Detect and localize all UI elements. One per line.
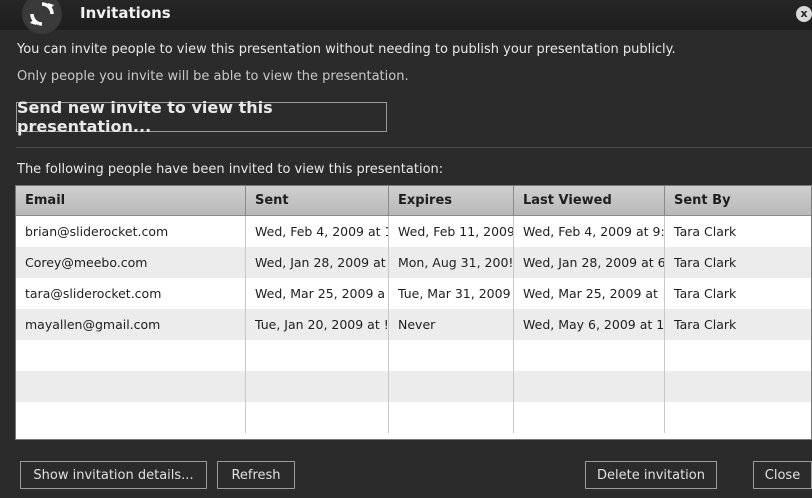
divider [16,147,812,148]
cell-email: tara@sliderocket.com [16,278,246,309]
info-message-2: Only people you invite will be able to v… [17,69,409,84]
table-row[interactable]: Corey@meebo.com Wed, Jan 28, 2009 at Mon… [16,247,811,278]
invitations-table: Email Sent Expires Last Viewed Sent By b… [15,185,812,440]
cell-last-viewed: Wed, Mar 25, 2009 at [514,278,665,309]
table-row[interactable]: brian@sliderocket.com Wed, Feb 4, 2009 a… [16,216,811,247]
send-invite-button[interactable]: Send new invite to view this presentatio… [16,98,387,136]
cell-last-viewed: Wed, Feb 4, 2009 at 9: [514,216,665,247]
table-body: brian@sliderocket.com Wed, Feb 4, 2009 a… [16,216,811,433]
cell-sent: Wed, Mar 25, 2009 a [246,278,389,309]
dialog-title: Invitations [80,4,171,22]
cell-last-viewed: Wed, May 6, 2009 at 1 [514,309,665,340]
table-header: Email Sent Expires Last Viewed Sent By [16,186,811,216]
cell-email: brian@sliderocket.com [16,216,246,247]
cell-sent: Tue, Jan 20, 2009 at ! [246,309,389,340]
column-header-sent[interactable]: Sent [246,186,389,215]
refresh-arrows-icon [22,0,62,34]
close-button[interactable]: Close [753,461,812,489]
empty-table-row [16,402,811,433]
empty-table-row [16,371,811,402]
delete-invitation-button[interactable]: Delete invitation [585,461,717,489]
cell-sent-by: Tara Clark [674,317,737,332]
column-header-email[interactable]: Email [16,186,246,215]
cell-last-viewed: Wed, Jan 28, 2009 at 6 [514,247,665,278]
refresh-button[interactable]: Refresh [217,461,295,489]
cell-expires: Wed, Feb 11, 2009 [389,216,514,247]
cell-email: Corey@meebo.com [16,247,246,278]
cell-sent: Wed, Jan 28, 2009 at [246,247,389,278]
show-invitation-details-button[interactable]: Show invitation details... [20,461,207,489]
cell-email: mayallen@gmail.com [16,309,246,340]
cell-sent-by: Tara Clark [674,224,737,239]
cell-expires: Tue, Mar 31, 2009 [389,278,514,309]
empty-table-row [16,340,811,371]
table-caption: The following people have been invited t… [17,162,444,177]
cell-expires: Never [389,309,514,340]
cell-sent-by: Tara Clark [674,255,737,270]
cell-sent-by: Tara Clark [674,286,737,301]
close-icon[interactable]: x [796,6,812,22]
title-bar: Invitations x [0,0,812,34]
info-message-1: You can invite people to view this prese… [17,42,676,57]
column-header-last-viewed[interactable]: Last Viewed [514,186,665,215]
column-header-sent-by[interactable]: Sent By [665,186,811,215]
cell-expires: Mon, Aug 31, 200! [389,247,514,278]
table-row[interactable]: tara@sliderocket.com Wed, Mar 25, 2009 a… [16,278,811,309]
table-row[interactable]: mayallen@gmail.com Tue, Jan 20, 2009 at … [16,309,811,340]
cell-sent: Wed, Feb 4, 2009 at 1 [246,216,389,247]
column-header-expires[interactable]: Expires [389,186,514,215]
